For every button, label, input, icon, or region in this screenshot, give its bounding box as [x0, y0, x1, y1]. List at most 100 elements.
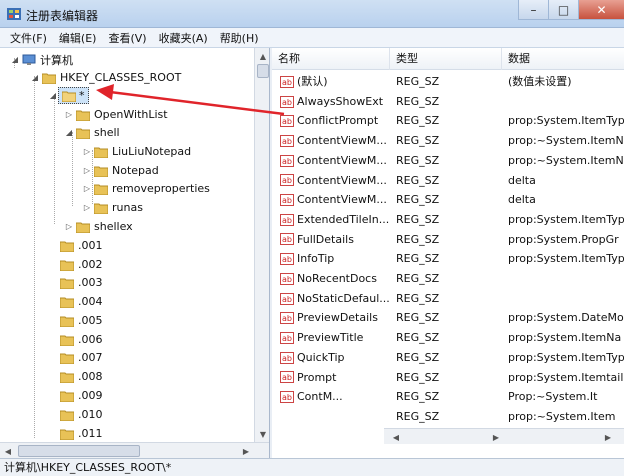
tree-node-notepad[interactable]: ▷ Notepad [82, 161, 159, 180]
tree-node-star-selected[interactable]: ◢ * [48, 86, 89, 105]
table-row[interactable]: ab NoStaticDefaul... REG_SZ [272, 289, 624, 309]
menu-edit[interactable]: 编辑(E) [53, 30, 103, 46]
value-type: REG_SZ [396, 232, 440, 246]
tree-node-ext[interactable]: .009 [48, 386, 103, 405]
tree-node-shell[interactable]: ◢ shell [64, 123, 120, 142]
tree-node-ext[interactable]: .006 [48, 330, 103, 349]
expand-icon[interactable]: ▷ [64, 222, 74, 231]
tree-node-ext[interactable]: .001 [48, 236, 103, 255]
tree-label: .003 [78, 276, 103, 289]
folder-icon [60, 241, 74, 252]
table-row[interactable]: ab ContentViewM... REG_SZ delta [272, 190, 624, 210]
maximize-icon: □ [557, 2, 570, 17]
tree-node-ext[interactable]: .005 [48, 311, 103, 330]
tree-node-runas[interactable]: ▷ runas [82, 198, 143, 217]
column-data-header[interactable]: 数据 [502, 48, 624, 70]
svg-text:ab: ab [282, 373, 292, 382]
expand-icon[interactable]: ▷ [82, 166, 92, 175]
table-row[interactable]: REG_SZ prop:~System.Item [272, 407, 624, 427]
svg-text:ab: ab [282, 117, 292, 126]
table-row[interactable]: ab QuickTip REG_SZ prop:System.ItemTyp [272, 348, 624, 368]
tree-node-computer[interactable]: ◢ 计算机 [10, 50, 73, 69]
expand-icon[interactable]: ▷ [82, 147, 92, 156]
table-row[interactable]: ab PreviewTitle REG_SZ prop:System.ItemNa [272, 328, 624, 348]
close-button[interactable]: ✕ [578, 0, 624, 20]
string-value-icon: ab [280, 154, 294, 167]
table-row[interactable]: ab InfoTip REG_SZ prop:System.ItemTyp [272, 249, 624, 269]
value-name-cell: ab InfoTip [280, 249, 394, 269]
table-row[interactable]: ab Prompt REG_SZ prop:System.Itemtail [272, 368, 624, 388]
tree-node-ext[interactable]: .007 [48, 348, 103, 367]
table-row[interactable]: ab (默认) REG_SZ (数值未设置) [272, 72, 624, 92]
value-name: FullDetails [297, 232, 354, 246]
scroll-right-icon[interactable]: ▶ [488, 429, 504, 445]
value-name: NoStaticDefaul... [297, 291, 390, 305]
value-data: prop:System.Itemtail [508, 370, 624, 384]
scroll-down-icon[interactable]: ▼ [255, 426, 269, 442]
string-value-icon: ab [280, 95, 294, 108]
tree-vertical-scrollbar[interactable]: ▲ ▼ [254, 48, 269, 442]
value-name: Prompt [297, 370, 337, 384]
column-name-header[interactable]: 名称 [272, 48, 390, 70]
selected-key[interactable]: * [58, 87, 89, 104]
tree-node-ext[interactable]: .003 [48, 273, 103, 292]
collapse-icon[interactable]: ◢ [64, 128, 74, 137]
tree-node-ext[interactable]: .002 [48, 255, 103, 274]
table-row[interactable]: ab NoRecentDocs REG_SZ [272, 269, 624, 289]
list-horizontal-scrollbar[interactable]: ◀ ▶ ▶ [384, 428, 624, 444]
value-type: REG_SZ [396, 409, 440, 423]
scroll-left-icon[interactable]: ◀ [0, 443, 16, 458]
table-row[interactable]: ab ContentViewM... REG_SZ prop:~System.Item… [272, 151, 624, 171]
tree-node-hkey-classes-root[interactable]: ◢ HKEY_CLASSES_ROOT [30, 68, 181, 87]
svg-text:ab: ab [282, 176, 292, 185]
table-row[interactable]: ab ExtendedTileIn... REG_SZ prop:System.Ite… [272, 210, 624, 230]
menu-file[interactable]: 文件(F) [4, 30, 53, 46]
column-type-header[interactable]: 类型 [390, 48, 502, 70]
string-value-icon: ab [280, 312, 294, 325]
close-icon: ✕ [596, 2, 607, 17]
maximize-button[interactable]: □ [548, 0, 578, 20]
table-row[interactable]: ab PreviewDetails REG_SZ prop:System.DateMo [272, 308, 624, 328]
collapse-icon[interactable]: ◢ [10, 55, 20, 64]
table-row[interactable]: ab AlwaysShowExt REG_SZ [272, 92, 624, 112]
menu-favorites[interactable]: 收藏夹(A) [153, 30, 214, 46]
tree-node-shellex[interactable]: ▷ shellex [64, 217, 133, 236]
table-row[interactable]: ab ContentViewM... REG_SZ prop:~System.Item… [272, 131, 624, 151]
svg-text:ab: ab [282, 78, 292, 87]
tree-node-ext[interactable]: .010 [48, 405, 103, 424]
value-list-pane[interactable]: 名称 类型 数据 ab (默认) REG_SZ (数值未设置) ab AlwaysShow… [272, 48, 624, 458]
key-tree-pane[interactable]: ◢ 计算机 ◢ HKEY_CLASSES_ROOT ◢ * ▷ OpenWith… [0, 48, 270, 458]
scroll-left-icon[interactable]: ◀ [388, 429, 404, 445]
scroll-right-icon[interactable]: ▶ [238, 443, 254, 458]
minimize-button[interactable]: – [518, 0, 548, 20]
tree-label: shellex [94, 220, 133, 233]
expand-icon[interactable]: ▷ [82, 203, 92, 212]
scroll-thumb[interactable] [18, 445, 140, 457]
tree-node-liuliunotepad[interactable]: ▷ LiuLiuNotepad [82, 142, 191, 161]
menu-help[interactable]: 帮助(H) [214, 30, 265, 46]
tree-node-ext[interactable]: .008 [48, 367, 103, 386]
scroll-thumb[interactable] [257, 64, 269, 78]
value-name: NoRecentDocs [297, 272, 377, 285]
scroll-up-icon[interactable]: ▲ [255, 48, 269, 64]
tree-node-removeproperties[interactable]: ▷ removeproperties [82, 179, 210, 198]
value-data [508, 92, 624, 112]
tree-node-openwithlist[interactable]: ▷ OpenWithList [64, 105, 168, 124]
string-value-icon: ab [280, 213, 294, 226]
scroll-right-icon[interactable]: ▶ [600, 429, 616, 445]
expand-icon[interactable]: ▷ [82, 184, 92, 193]
collapse-icon[interactable]: ◢ [48, 91, 58, 100]
tree-label: * [79, 89, 85, 102]
collapse-icon[interactable]: ◢ [30, 73, 40, 82]
svg-text:ab: ab [282, 98, 292, 107]
menu-view[interactable]: 查看(V) [102, 30, 152, 46]
table-row[interactable]: ab ContentViewM... REG_SZ delta [272, 171, 624, 191]
tree-horizontal-scrollbar[interactable]: ◀ ▶ [0, 442, 269, 458]
value-data [508, 269, 624, 289]
table-row[interactable]: ab ContM... REG_SZ Prop:~System.It [272, 387, 624, 407]
expand-icon[interactable]: ▷ [64, 110, 74, 119]
tree-node-ext[interactable]: .011 [48, 424, 103, 443]
tree-node-ext[interactable]: .004 [48, 292, 103, 311]
table-row[interactable]: ab ConflictPrompt REG_SZ prop:System.ItemTy… [272, 111, 624, 131]
table-row[interactable]: ab FullDetails REG_SZ prop:System.PropGr [272, 230, 624, 250]
